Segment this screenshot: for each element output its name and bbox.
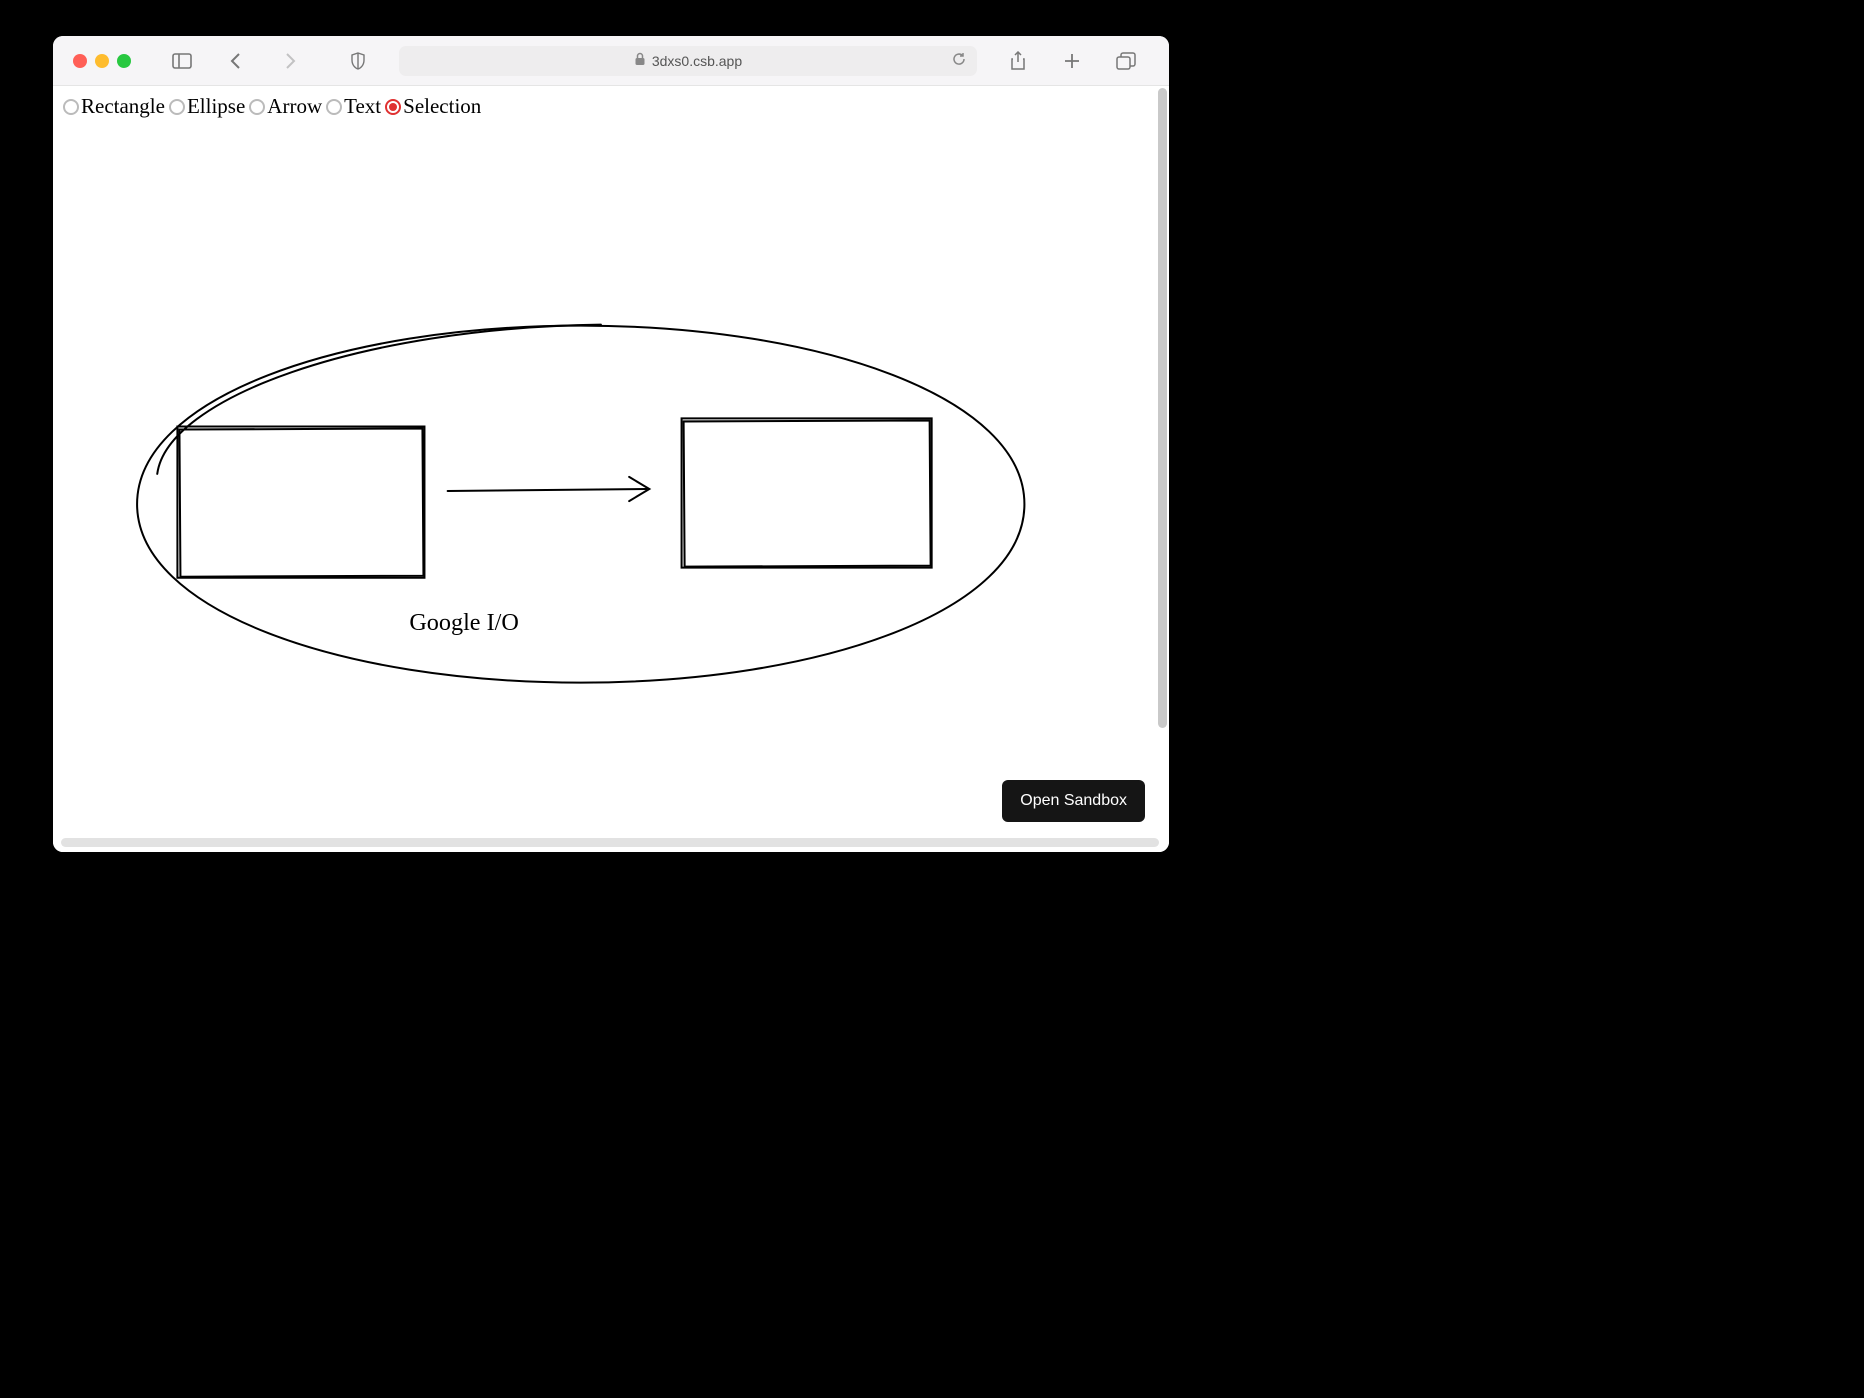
tool-ellipse[interactable]: Ellipse [169,94,245,119]
drawing-canvas[interactable]: Google I/O [53,126,1169,852]
address-bar[interactable]: 3dxs0.csb.app [399,46,977,76]
radio-icon [169,99,185,115]
share-icon[interactable] [1007,50,1029,72]
radio-icon [249,99,265,115]
tool-label: Selection [403,94,481,119]
browser-window: 3dxs0.csb.app Rectangle Ellipse [53,36,1169,852]
tool-text[interactable]: Text [326,94,381,119]
tool-label: Arrow [267,94,322,119]
tool-label: Rectangle [81,94,165,119]
titlebar: 3dxs0.csb.app [53,36,1169,86]
tabs-icon[interactable] [1115,50,1137,72]
page-content: Rectangle Ellipse Arrow Text Selection [53,86,1169,852]
radio-icon [385,99,401,115]
scrollbar-horizontal[interactable] [61,838,1159,847]
tool-selection[interactable]: Selection [385,94,481,119]
tool-arrow[interactable]: Arrow [249,94,322,119]
sidebar-toggle-icon[interactable] [171,50,193,72]
forward-button[interactable] [279,50,301,72]
scrollbar-vertical[interactable] [1158,88,1167,728]
minimize-window-button[interactable] [95,54,109,68]
close-window-button[interactable] [73,54,87,68]
shield-icon[interactable] [347,50,369,72]
back-button[interactable] [225,50,247,72]
maximize-window-button[interactable] [117,54,131,68]
reload-icon[interactable] [951,51,967,70]
drawing-toolbar: Rectangle Ellipse Arrow Text Selection [53,86,1169,127]
tool-rectangle[interactable]: Rectangle [63,94,165,119]
lock-icon [634,52,646,69]
new-tab-icon[interactable] [1061,50,1083,72]
radio-icon [326,99,342,115]
canvas-text[interactable]: Google I/O [409,609,518,636]
address-text: 3dxs0.csb.app [652,53,742,69]
tool-label: Ellipse [187,94,245,119]
open-sandbox-button[interactable]: Open Sandbox [1002,780,1145,822]
traffic-lights [73,54,131,68]
tool-label: Text [344,94,381,119]
radio-icon [63,99,79,115]
